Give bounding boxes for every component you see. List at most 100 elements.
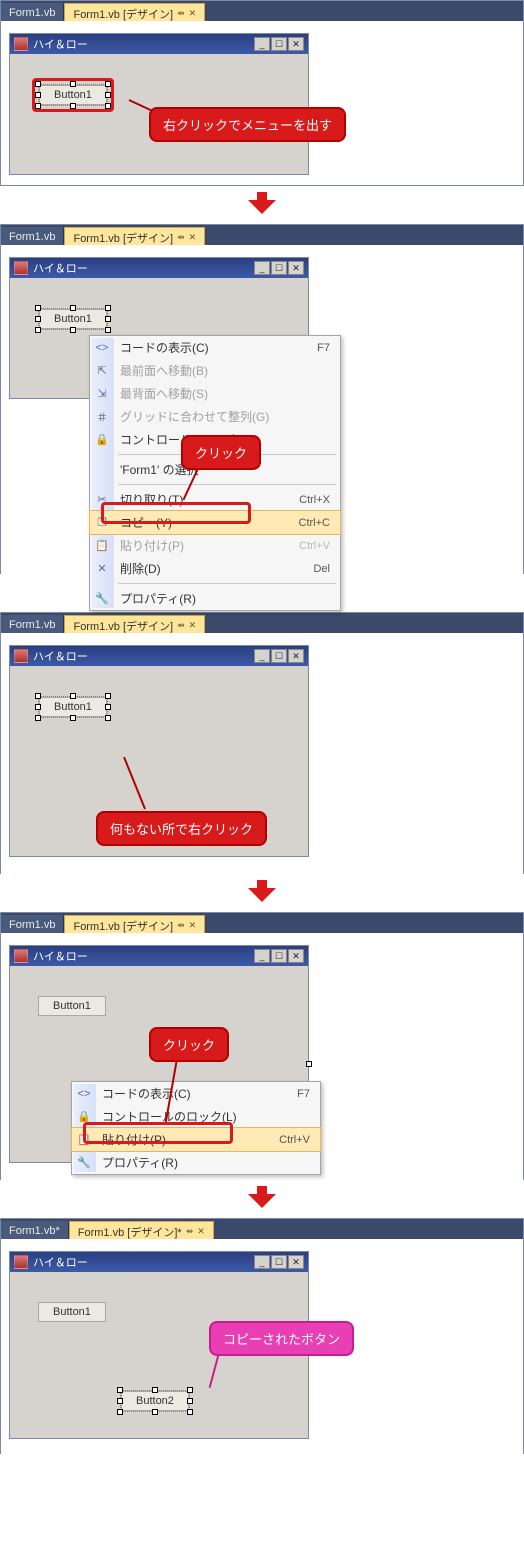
close-icon[interactable]: ✕ bbox=[197, 1226, 205, 1237]
menu-item-shortcut: F7 bbox=[275, 1088, 310, 1100]
arrow-down-icon bbox=[248, 192, 276, 214]
form-icon bbox=[14, 649, 28, 663]
tab-form1-code[interactable]: Form1.vb bbox=[1, 915, 64, 933]
menu-item-icon: ＃ bbox=[95, 410, 109, 424]
close-icon[interactable]: ✕ bbox=[189, 920, 197, 931]
pin-icon[interactable]: ⇴ bbox=[177, 8, 185, 19]
button1-control[interactable]: Button1 bbox=[38, 996, 106, 1016]
tab-form1-code[interactable]: Form1.vb bbox=[1, 3, 64, 21]
menu-item[interactable]: 🔒コントロールのロック(L) bbox=[72, 1105, 320, 1128]
minimize-icon[interactable]: _ bbox=[254, 37, 270, 51]
menu-item[interactable]: 📋貼り付け(P)Ctrl+V bbox=[71, 1127, 321, 1152]
menu-item[interactable]: <>コードの表示(C)F7 bbox=[90, 336, 340, 359]
tab-form1-design[interactable]: Form1.vb [デザイン] ⇴ ✕ bbox=[64, 3, 205, 21]
menu-item[interactable]: ✂切り取り(T)Ctrl+X bbox=[90, 488, 340, 511]
maximize-icon[interactable]: ☐ bbox=[271, 949, 287, 963]
form-titlebar: ハイ＆ロー _ ☐ ✕ bbox=[10, 646, 308, 666]
button1-control[interactable]: Button1 bbox=[39, 697, 107, 717]
menu-item-icon: ⇲ bbox=[95, 387, 109, 401]
close-window-icon[interactable]: ✕ bbox=[288, 261, 304, 275]
menu-item-icon: ⇱ bbox=[95, 364, 109, 378]
designer-surface[interactable]: ハイ＆ロー _ ☐ ✕ Button1 bbox=[1, 245, 523, 575]
close-window-icon[interactable]: ✕ bbox=[288, 37, 304, 51]
maximize-icon[interactable]: ☐ bbox=[271, 1255, 287, 1269]
tab-form1-code[interactable]: Form1.vb bbox=[1, 227, 64, 245]
form-titlebar: ハイ＆ロー _ ☐ ✕ bbox=[10, 258, 308, 278]
tab-form1-design-mod[interactable]: Form1.vb [デザイン]* ⇴ ✕ bbox=[69, 1221, 214, 1239]
tab-form1-design[interactable]: Form1.vb [デザイン] ⇴ ✕ bbox=[64, 915, 205, 933]
button1-control[interactable]: Button1 bbox=[39, 309, 107, 329]
maximize-icon[interactable]: ☐ bbox=[271, 37, 287, 51]
minimize-icon[interactable]: _ bbox=[254, 949, 270, 963]
menu-separator bbox=[118, 583, 336, 584]
button1-control[interactable]: Button1 bbox=[39, 85, 107, 105]
form-icon bbox=[14, 1255, 28, 1269]
menu-item-shortcut: Ctrl+V bbox=[257, 1134, 310, 1146]
context-menu-form[interactable]: <> コードの表示(C) F7 🔒コントロールのロック(L)📋貼り付け(P)Ctrl+… bbox=[71, 1081, 321, 1175]
menu-item-icon: 🔧 bbox=[77, 1156, 91, 1170]
form-title-text: ハイ＆ロー bbox=[33, 648, 88, 664]
pin-icon[interactable]: ⇴ bbox=[177, 232, 185, 243]
button2-control[interactable]: Button2 bbox=[121, 1391, 189, 1411]
step-5: Form1.vb* Form1.vb [デザイン]* ⇴ ✕ ハイ＆ロー _ ☐… bbox=[0, 1218, 524, 1454]
menu-item-label: 最前面へ移動(B) bbox=[120, 362, 208, 379]
maximize-icon[interactable]: ☐ bbox=[271, 261, 287, 275]
tab-form1-design[interactable]: Form1.vb [デザイン] ⇴ ✕ bbox=[64, 227, 205, 245]
pin-icon[interactable]: ⇴ bbox=[177, 620, 185, 631]
menu-item-icon: <> bbox=[77, 1087, 91, 1101]
menu-item-icon: 🔧 bbox=[95, 592, 109, 606]
tab-bar: Form1.vb Form1.vb [デザイン] ⇴ ✕ bbox=[1, 225, 523, 245]
form-titlebar: ハイ＆ロー _ ☐ ✕ bbox=[10, 34, 308, 54]
menu-item-label: コードの表示(C) bbox=[102, 1085, 191, 1102]
menu-item-label: コントロールのロック(L) bbox=[102, 1108, 237, 1125]
menu-item-label: プロパティ(R) bbox=[102, 1154, 178, 1171]
button1-control[interactable]: Button1 bbox=[38, 1302, 106, 1322]
menu-item-label: コードの表示(C) bbox=[120, 339, 209, 356]
menu-item-label: 最背面へ移動(S) bbox=[120, 385, 208, 402]
designer-surface[interactable]: ハイ＆ロー _ ☐ ✕ Button1 何もない所で bbox=[1, 633, 523, 875]
form-titlebar: ハイ＆ロー _ ☐ ✕ bbox=[10, 946, 308, 966]
form-titlebar: ハイ＆ロー _ ☐ ✕ bbox=[10, 1252, 308, 1272]
menu-item[interactable]: 🔧 プロパティ(R) bbox=[72, 1151, 320, 1174]
tab-form1-code-mod[interactable]: Form1.vb* bbox=[1, 1221, 69, 1239]
minimize-icon[interactable]: _ bbox=[254, 261, 270, 275]
close-icon[interactable]: ✕ bbox=[189, 620, 197, 631]
callout-right-click: 右クリックでメニューを出す bbox=[149, 107, 346, 142]
menu-item[interactable]: ❐コピー(Y)Ctrl+C bbox=[89, 510, 341, 535]
menu-item[interactable]: ✕削除(D)Del bbox=[90, 557, 340, 580]
minimize-icon[interactable]: _ bbox=[254, 649, 270, 663]
form-title-text: ハイ＆ロー bbox=[33, 260, 88, 276]
close-icon[interactable]: ✕ bbox=[189, 232, 197, 243]
menu-item-label: 切り取り(T) bbox=[120, 491, 183, 508]
menu-item[interactable]: <> コードの表示(C) F7 bbox=[72, 1082, 320, 1105]
context-menu[interactable]: <>コードの表示(C)F7 ⇱ 最前面へ移動(B) ⇲ 最背面へ移動(S) ＃ グリッドに合… bbox=[89, 335, 341, 611]
tab-form1-code[interactable]: Form1.vb bbox=[1, 615, 64, 633]
menu-item: 📋貼り付け(P)Ctrl+V bbox=[90, 534, 340, 557]
designer-surface[interactable]: ハイ＆ロー _ ☐ ✕ Button1 Button2 bbox=[1, 1239, 523, 1455]
pin-icon[interactable]: ⇴ bbox=[186, 1226, 194, 1237]
close-window-icon[interactable]: ✕ bbox=[288, 1255, 304, 1269]
step-3: Form1.vb Form1.vb [デザイン] ⇴ ✕ ハイ＆ロー _ ☐ ✕… bbox=[0, 612, 524, 874]
close-icon[interactable]: ✕ bbox=[189, 8, 197, 19]
close-window-icon[interactable]: ✕ bbox=[288, 649, 304, 663]
designer-surface[interactable]: ハイ＆ロー _ ☐ ✕ Button1 <>コードの表示(C)F7🔒コントロー bbox=[1, 933, 523, 1181]
maximize-icon[interactable]: ☐ bbox=[271, 649, 287, 663]
minimize-icon[interactable]: _ bbox=[254, 1255, 270, 1269]
menu-item: ⇱ 最前面へ移動(B) bbox=[90, 359, 340, 382]
menu-item-label: コピー(Y) bbox=[120, 514, 172, 531]
tab-bar: Form1.vb Form1.vb [デザイン] ⇴ ✕ bbox=[1, 613, 523, 633]
menu-item-label: 貼り付け(P) bbox=[120, 537, 184, 554]
tab-bar: Form1.vb Form1.vb [デザイン] ⇴ ✕ bbox=[1, 1, 523, 21]
pin-icon[interactable]: ⇴ bbox=[177, 920, 185, 931]
form-title-text: ハイ＆ロー bbox=[33, 1254, 88, 1270]
step-4: Form1.vb Form1.vb [デザイン] ⇴ ✕ ハイ＆ロー _ ☐ ✕… bbox=[0, 912, 524, 1180]
menu-item-label: グリッドに合わせて整列(G) bbox=[120, 408, 269, 425]
menu-item-shortcut: Ctrl+V bbox=[277, 540, 330, 552]
menu-item[interactable]: 🔧プロパティ(R) bbox=[90, 587, 340, 610]
close-window-icon[interactable]: ✕ bbox=[288, 949, 304, 963]
form-window[interactable]: ハイ＆ロー _ ☐ ✕ Button1 bbox=[9, 33, 309, 175]
tab-form1-design[interactable]: Form1.vb [デザイン] ⇴ ✕ bbox=[64, 615, 205, 633]
menu-item-icon: ✂ bbox=[95, 493, 109, 507]
menu-item-shortcut: Ctrl+C bbox=[277, 517, 330, 529]
designer-surface[interactable]: ハイ＆ロー _ ☐ ✕ Button1 bbox=[1, 21, 523, 183]
